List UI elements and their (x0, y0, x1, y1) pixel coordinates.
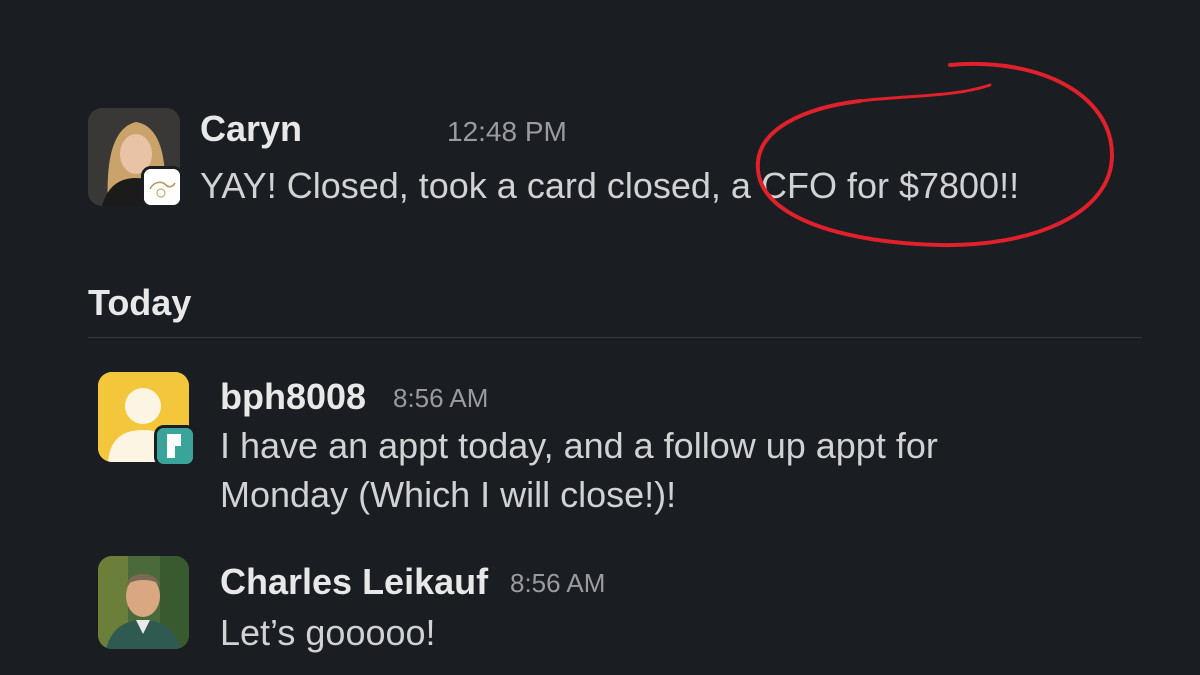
message-timestamp[interactable]: 8:56 AM (510, 568, 605, 599)
author-name[interactable]: Charles Leikauf (220, 561, 488, 603)
date-divider-label: Today (88, 282, 192, 323)
date-divider-line (88, 337, 1142, 338)
workspace-logo-icon (141, 166, 183, 208)
message-timestamp[interactable]: 12:48 PM (447, 116, 567, 148)
author-name[interactable]: Caryn (200, 108, 302, 150)
message-timestamp[interactable]: 8:56 AM (393, 383, 488, 414)
message-text-line: Monday (Which I will close!)! (220, 474, 677, 515)
message-text-line: I have an appt today, and a follow up ap… (220, 425, 938, 466)
message-text: Let’s gooooo! (220, 612, 436, 653)
app-badge-icon (154, 425, 196, 467)
red-circle-annotation (755, 62, 1115, 248)
chat-view: Caryn 12:48 PM YAY! Closed, took a card … (0, 0, 1200, 675)
avatar[interactable] (98, 556, 189, 649)
author-name[interactable]: bph8008 (220, 376, 366, 418)
